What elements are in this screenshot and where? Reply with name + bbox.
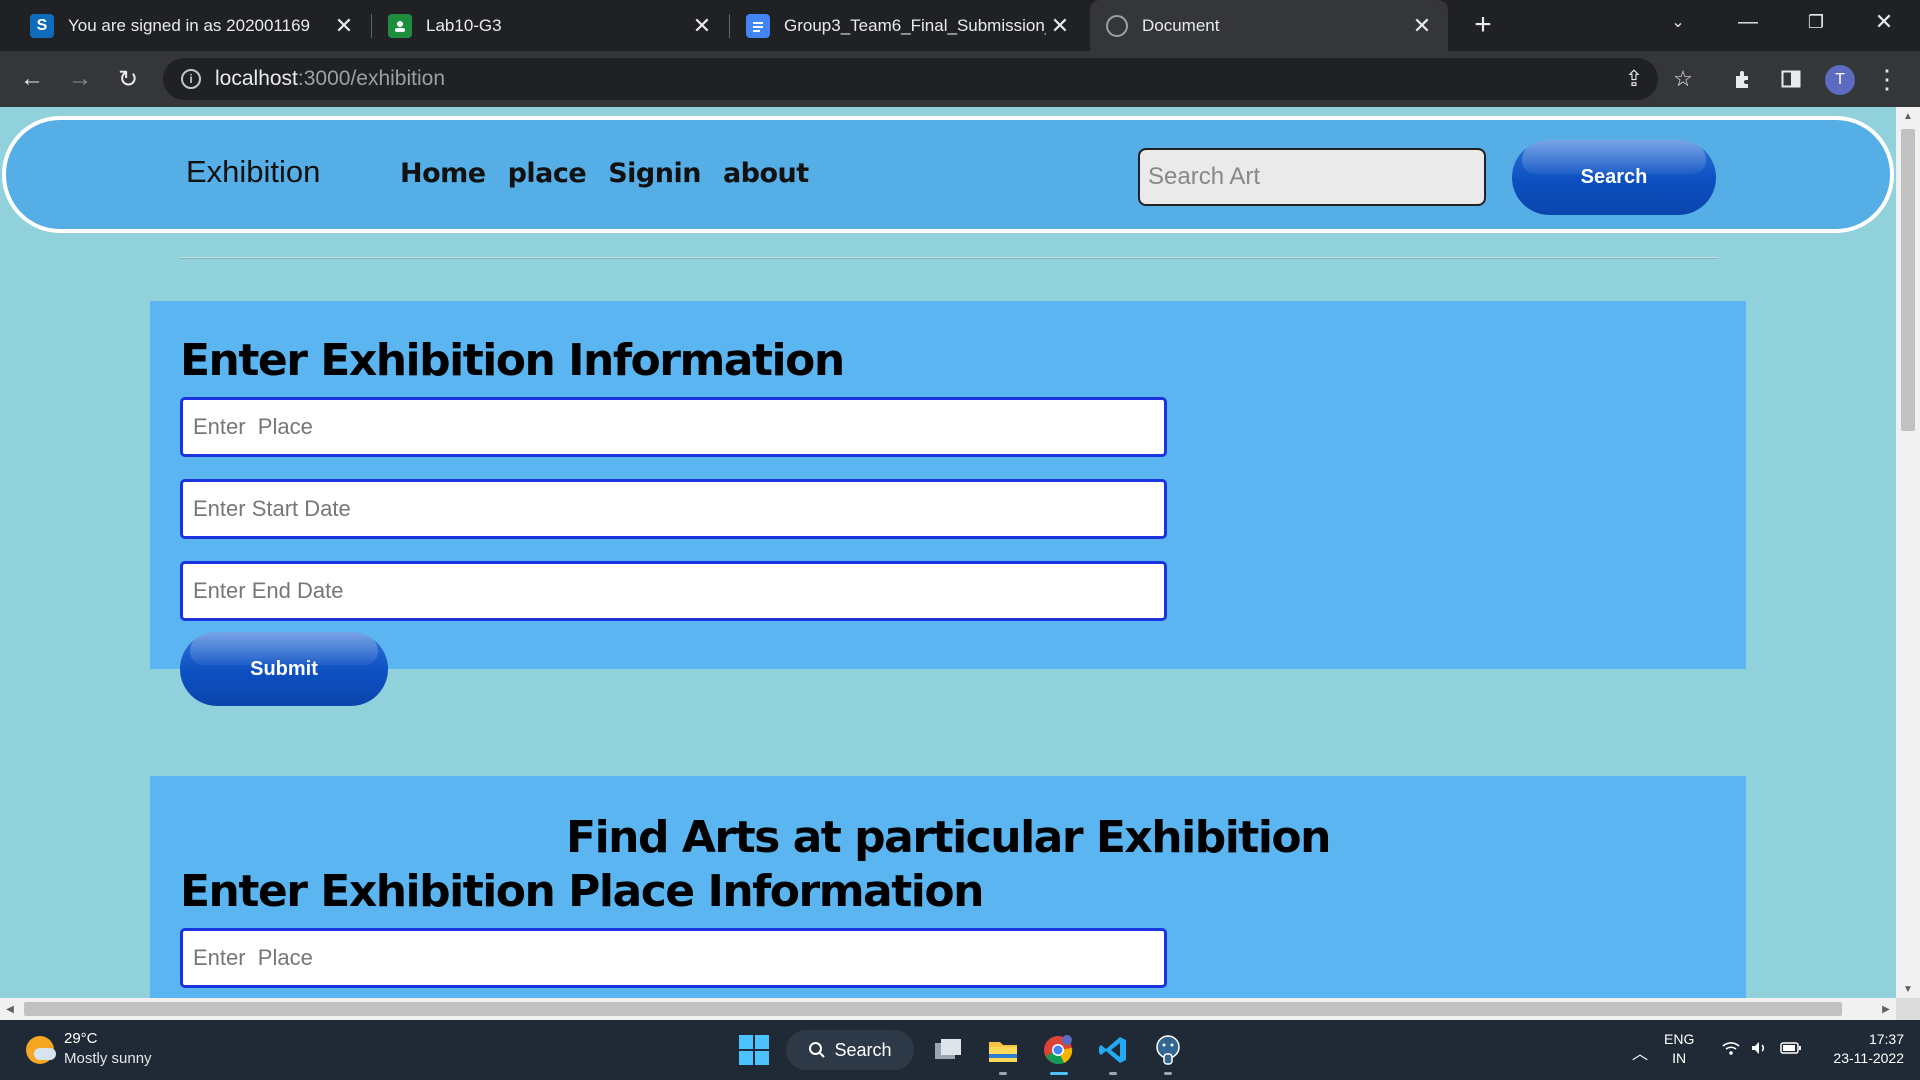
close-window-icon[interactable]: ✕	[1856, 0, 1912, 44]
tab-title: Lab10-G3	[426, 15, 502, 35]
vertical-scrollbar[interactable]: ▲ ▼	[1896, 107, 1920, 998]
find-arts-card: Find Arts at particular Exhibition Enter…	[150, 776, 1746, 998]
menu-kebab-icon[interactable]: ⋮	[1871, 63, 1903, 95]
scroll-right-icon[interactable]: ▶	[1876, 998, 1896, 1020]
chrome-icon[interactable]	[1040, 1032, 1076, 1068]
url-host: localhost	[215, 67, 298, 90]
extensions-icon[interactable]	[1727, 63, 1759, 95]
region-code: IN	[1672, 1050, 1687, 1066]
submit-button-label: Submit	[250, 657, 318, 680]
tab-title: You are signed in as 202001169	[68, 15, 310, 35]
nav-about[interactable]: about	[723, 158, 809, 189]
running-indicator	[1164, 1072, 1172, 1075]
scroll-left-icon[interactable]: ◀	[0, 998, 20, 1020]
back-icon[interactable]: ←	[14, 61, 50, 97]
postgres-icon[interactable]	[1150, 1032, 1186, 1068]
side-panel-icon[interactable]	[1775, 63, 1807, 95]
page-viewport: Exhibition Home place Signin about Searc…	[0, 107, 1896, 998]
vscode-icon[interactable]	[1095, 1032, 1131, 1068]
tab-group3-doc[interactable]: Group3_Team6_Final_Submission_V2 ✕	[716, 0, 1086, 51]
tab-strip: S You are signed in as 202001169 ✕ Lab10…	[0, 0, 1920, 51]
chevron-up-icon[interactable]: ︿	[1632, 1040, 1648, 1064]
weather-description[interactable]: Mostly sunny	[64, 1050, 152, 1067]
clock-date: 23-11-2022	[1833, 1050, 1904, 1066]
file-explorer-icon[interactable]	[985, 1032, 1021, 1068]
nav-place[interactable]: place	[508, 158, 587, 189]
scrollbar-corner	[1896, 998, 1920, 1020]
share-icon[interactable]: ⇪	[1618, 63, 1650, 95]
new-tab-button[interactable]: +	[1466, 8, 1500, 42]
forward-icon[interactable]: →	[62, 61, 98, 97]
task-view-icon[interactable]	[930, 1032, 966, 1068]
address-bar[interactable]: i localhost :3000/exhibition	[163, 58, 1658, 100]
active-indicator	[1050, 1072, 1068, 1075]
docs-icon	[746, 13, 770, 38]
start-button[interactable]	[736, 1032, 772, 1068]
globe-icon	[1106, 14, 1128, 37]
place-info-title: Enter Exhibition Place Information	[180, 866, 984, 917]
nav-signin[interactable]: Signin	[608, 158, 701, 189]
nav-links: Home place Signin about	[400, 158, 809, 189]
start-date-input[interactable]	[180, 479, 1167, 539]
form-title: Enter Exhibition Information	[180, 335, 845, 386]
divider	[180, 257, 1718, 259]
windows-logo-icon	[739, 1035, 769, 1065]
scroll-thumb[interactable]	[24, 1002, 1842, 1016]
tab-signed-in[interactable]: S You are signed in as 202001169 ✕	[0, 0, 370, 51]
search-icon	[809, 1042, 826, 1058]
scroll-down-icon[interactable]: ▼	[1896, 980, 1920, 998]
close-icon[interactable]: ✕	[1046, 12, 1074, 40]
taskbar-search[interactable]: Search	[786, 1030, 914, 1070]
profile-avatar[interactable]: T	[1825, 65, 1855, 95]
volume-icon[interactable]	[1750, 1040, 1768, 1061]
tab-search-icon[interactable]: ⌄	[1650, 0, 1706, 44]
exhibition-place-input[interactable]	[180, 928, 1167, 988]
search-art-input[interactable]	[1138, 148, 1486, 206]
nav-home[interactable]: Home	[400, 158, 486, 189]
language-code: ENG	[1664, 1031, 1695, 1047]
close-icon[interactable]: ✕	[330, 12, 358, 40]
weather-temperature[interactable]: 29°C	[64, 1030, 98, 1047]
url-path: :3000/exhibition	[297, 67, 446, 90]
running-indicator	[999, 1072, 1007, 1075]
close-icon[interactable]: ✕	[688, 12, 716, 40]
tab-lab10[interactable]: Lab10-G3 ✕	[358, 0, 728, 51]
running-indicator	[1109, 1072, 1117, 1075]
brand-title[interactable]: Exhibition	[186, 154, 320, 190]
place-input[interactable]	[180, 397, 1167, 457]
battery-icon[interactable]	[1780, 1040, 1802, 1061]
bookmark-star-icon[interactable]: ☆	[1667, 63, 1699, 95]
search-button-label: Search	[1580, 166, 1648, 188]
weather-icon[interactable]	[26, 1036, 56, 1064]
site-navbar: Exhibition Home place Signin about Searc…	[2, 116, 1894, 233]
reload-icon[interactable]: ↻	[110, 61, 146, 97]
close-icon[interactable]: ✕	[1408, 12, 1436, 40]
tab-title: Group3_Team6_Final_Submission_V2	[784, 15, 1046, 35]
tab-document[interactable]: Document ✕	[1090, 0, 1448, 51]
exhibition-form-card: Enter Exhibition Information Submit	[150, 301, 1746, 706]
wifi-icon[interactable]	[1722, 1040, 1740, 1061]
end-date-input[interactable]	[180, 561, 1167, 621]
taskbar-search-label: Search	[834, 1039, 892, 1060]
horizontal-scrollbar[interactable]: ◀ ▶	[0, 998, 1896, 1020]
windows-taskbar: 29°C Mostly sunny Search ︿ ENG IN 17:37 …	[0, 1020, 1920, 1080]
submit-button[interactable]: Submit	[180, 632, 388, 706]
browser-toolbar: ← → ↻ i localhost :3000/exhibition ⇪ ☆ T…	[0, 51, 1920, 107]
site-info-icon[interactable]: i	[181, 69, 201, 89]
language-indicator[interactable]: ENG IN	[1664, 1030, 1694, 1068]
classroom-icon	[388, 13, 412, 38]
search-button[interactable]: Search	[1512, 140, 1716, 215]
restore-icon[interactable]: ❐	[1788, 0, 1844, 44]
clock-time: 17:37	[1868, 1031, 1904, 1047]
clock[interactable]: 17:37 23-11-2022	[1820, 1030, 1904, 1068]
minimize-icon[interactable]: —	[1720, 0, 1776, 44]
tab-title: Document	[1142, 15, 1220, 35]
scroll-up-icon[interactable]: ▲	[1896, 107, 1920, 125]
find-arts-title: Find Arts at particular Exhibition	[566, 812, 1331, 863]
s-app-icon: S	[30, 13, 54, 38]
scroll-thumb[interactable]	[1901, 129, 1915, 431]
